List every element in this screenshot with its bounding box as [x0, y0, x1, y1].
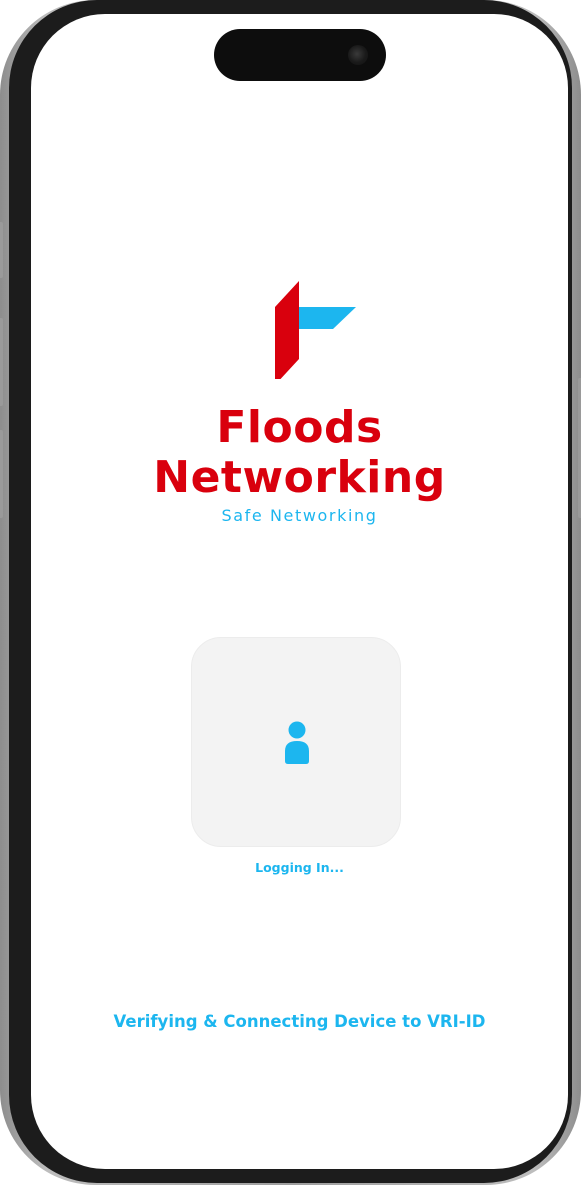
dynamic-island [214, 29, 386, 81]
volume-up-button [0, 318, 3, 406]
brand-tagline: Safe Networking [221, 506, 378, 525]
brand-name-line-1: Floods [216, 402, 383, 453]
user-icon [285, 721, 309, 764]
phone-frame: Floods Networking Safe Networking Loggin… [0, 0, 581, 1185]
volume-down-button [0, 430, 3, 518]
brand-name-line-2: Networking [153, 452, 446, 503]
login-status-text: Logging In... [255, 860, 344, 875]
phone-bezel: Floods Networking Safe Networking Loggin… [9, 0, 572, 1183]
login-avatar-card[interactable] [191, 637, 401, 847]
front-camera-icon [348, 45, 368, 65]
verification-message: Verifying & Connecting Device to VRI-ID [113, 1012, 486, 1031]
phone-screen: Floods Networking Safe Networking Loggin… [31, 14, 568, 1169]
silent-switch [0, 222, 3, 278]
floods-networking-logo-icon [275, 281, 356, 379]
